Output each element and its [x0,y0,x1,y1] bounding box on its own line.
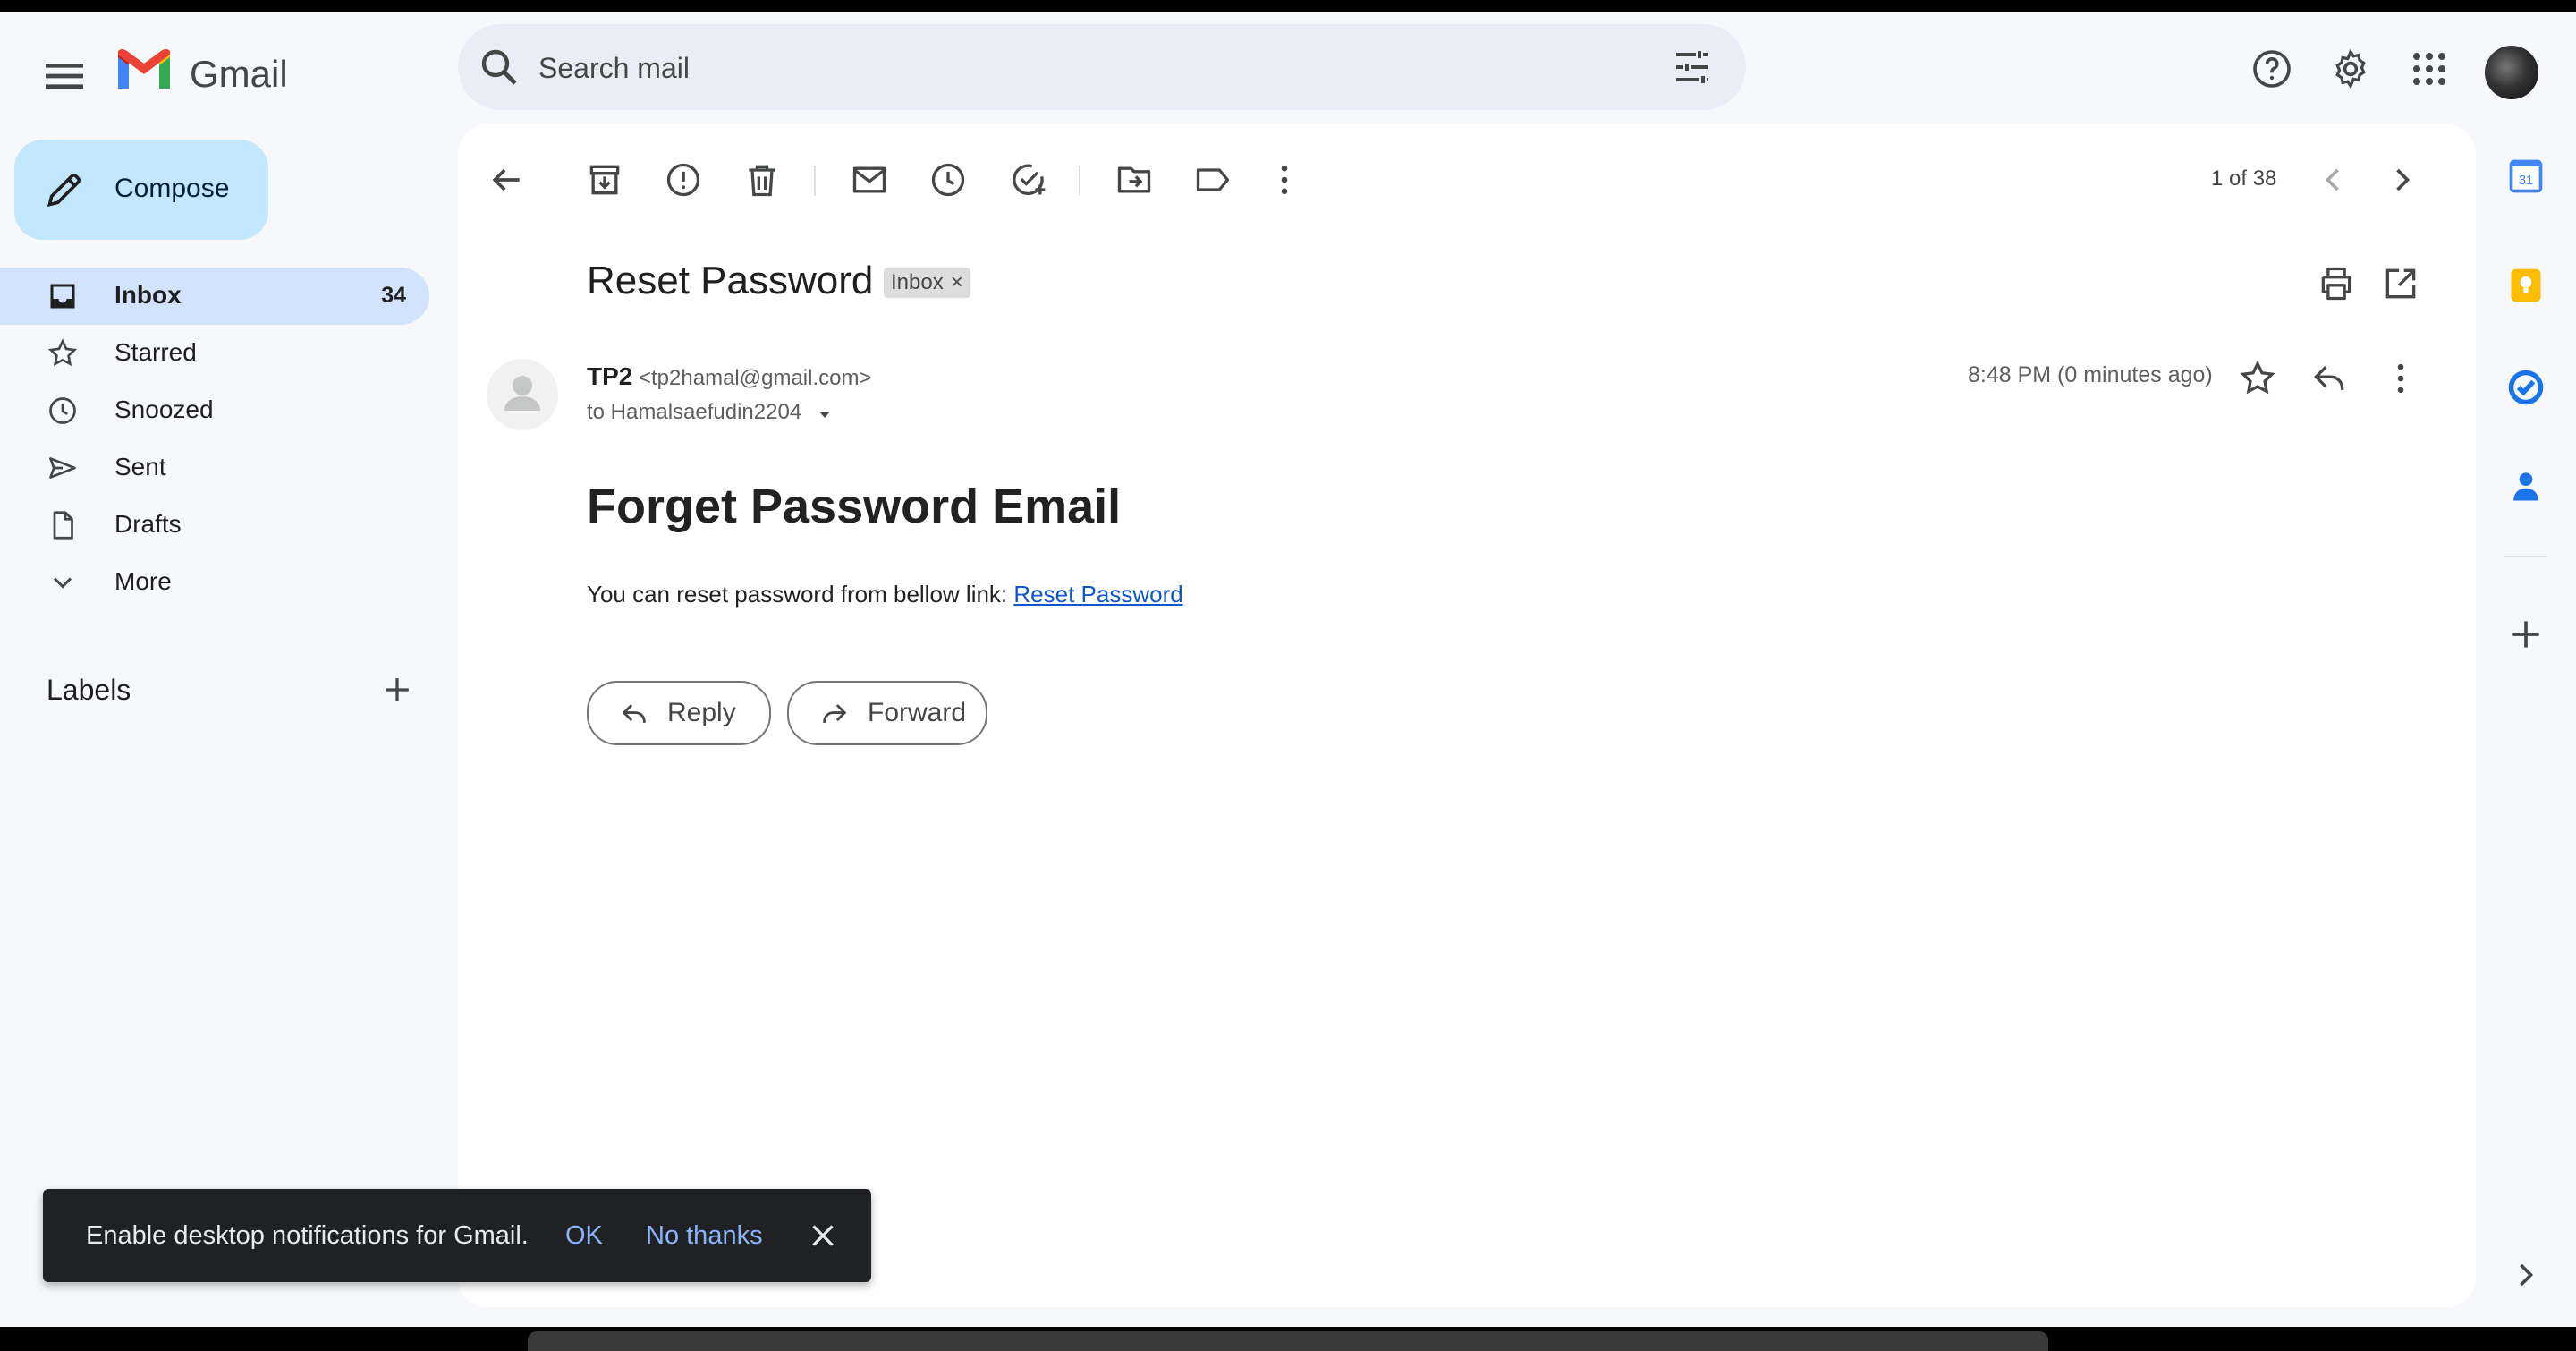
snackbar-no-thanks-button[interactable]: No thanks [646,1221,763,1251]
clock-icon [47,395,79,427]
search-input[interactable] [537,40,1614,96]
back-icon[interactable] [487,160,526,200]
search-bar[interactable] [458,24,1746,110]
pencil-icon [45,170,84,209]
inbox-icon [47,280,79,312]
report-spam-icon[interactable] [664,160,703,200]
reset-password-link[interactable]: Reset Password [1013,581,1182,608]
move-to-icon[interactable] [1114,160,1154,200]
sidebar-item-label: Starred [114,338,197,366]
reply-button[interactable]: Reply [587,681,771,745]
sidebar-item-more[interactable]: More [0,554,429,611]
remove-label-icon[interactable]: × [951,268,963,298]
email-body-sentence: You can reset password from bellow link: [587,581,1014,608]
star-icon[interactable] [2238,359,2277,398]
email-timestamp: 8:48 PM (0 minutes ago) [1968,362,2213,387]
label-icon[interactable] [1193,160,1233,200]
draft-icon [47,509,79,541]
message-more-icon[interactable] [2381,359,2420,398]
calendar-day: 31 [2519,174,2533,188]
toolbar-divider [814,166,816,196]
sidebar-item-label: Drafts [114,510,182,538]
forward-icon [823,704,847,723]
star-icon [47,337,79,370]
older-icon[interactable] [2383,160,2422,200]
print-icon[interactable] [2317,264,2356,303]
labels-heading: Labels [47,674,131,706]
reply-label: Reply [667,698,736,727]
sidebar-item-label: Inbox [114,281,182,309]
search-options-icon[interactable] [1671,46,1714,89]
search-icon[interactable] [478,46,521,89]
main-menu-icon[interactable] [39,51,89,101]
archive-icon[interactable] [585,160,624,200]
send-icon [47,452,79,484]
sidebar-item-sent[interactable]: Sent [0,439,429,497]
sidebar-item-drafts[interactable]: Drafts [0,497,429,554]
sidebar-item-label: More [114,567,172,595]
chevron-down-icon [47,566,79,599]
add-addon-icon[interactable] [2506,615,2546,654]
side-panel-divider [2504,556,2547,557]
add-task-icon[interactable] [1009,160,1048,200]
newer-icon[interactable] [2313,160,2352,200]
snooze-icon[interactable] [928,160,968,200]
toolbar-divider [1079,166,1080,196]
keep-icon[interactable] [2506,266,2546,305]
label-chip-text: Inbox [891,270,944,294]
email-subject: Reset Password [587,259,874,302]
sidebar-item-starred[interactable]: Starred [0,325,429,382]
sidebar-item-snoozed[interactable]: Snoozed [0,382,429,439]
open-new-window-icon[interactable] [2381,264,2420,303]
more-vert-icon[interactable] [1265,160,1304,200]
sidebar-item-label: Sent [114,453,166,480]
mark-unread-icon[interactable] [850,160,889,200]
sidebar-item-inbox[interactable]: Inbox 34 [0,268,429,325]
show-details-icon[interactable] [814,404,835,425]
help-icon[interactable] [2250,47,2293,90]
tasks-icon[interactable] [2506,368,2546,407]
add-label-icon[interactable] [377,670,417,709]
sender-name[interactable]: TP2 [587,362,632,391]
forward-label: Forward [868,698,967,727]
os-dock [528,1331,2048,1351]
close-icon[interactable] [807,1219,839,1252]
contacts-icon[interactable] [2506,466,2546,506]
snackbar-message: Enable desktop notifications for Gmail. [86,1221,529,1250]
delete-icon[interactable] [742,160,782,200]
recipient-line: to Hamalsaefudin2204 [587,400,802,424]
forward-button[interactable]: Forward [787,681,987,745]
unread-count: 34 [381,283,406,308]
expand-panel-icon[interactable] [2506,1255,2546,1295]
label-chip[interactable]: Inbox × [884,268,970,298]
gmail-app: Gmail Compose Inbox 34 [0,12,2576,1327]
compose-button[interactable]: Compose [14,140,268,240]
snackbar-ok-button[interactable]: OK [565,1221,603,1251]
account-avatar[interactable] [2485,46,2538,99]
notification-snackbar: Enable desktop notifications for Gmail. … [43,1189,871,1282]
email-view: 1 of 38 Reset Password Inbox × TP2 <tp2ha… [458,124,2476,1307]
gmail-wordmark[interactable]: Gmail [190,53,288,96]
reply-icon[interactable] [2309,359,2349,398]
reply-icon [622,704,646,723]
sender-email: <tp2hamal@gmail.com> [639,366,872,390]
gmail-logo-icon[interactable] [114,47,174,92]
settings-icon[interactable] [2329,47,2372,90]
pager-count: 1 of 38 [2211,166,2277,191]
email-body-heading: Forget Password Email [587,480,1122,533]
sender-avatar[interactable] [487,359,558,430]
calendar-icon[interactable]: 31 [2506,157,2546,196]
email-body-text: You can reset password from bellow link:… [587,581,1183,608]
sidebar-item-label: Snoozed [114,395,214,423]
compose-label: Compose [114,174,230,203]
apps-icon[interactable] [2408,47,2451,90]
